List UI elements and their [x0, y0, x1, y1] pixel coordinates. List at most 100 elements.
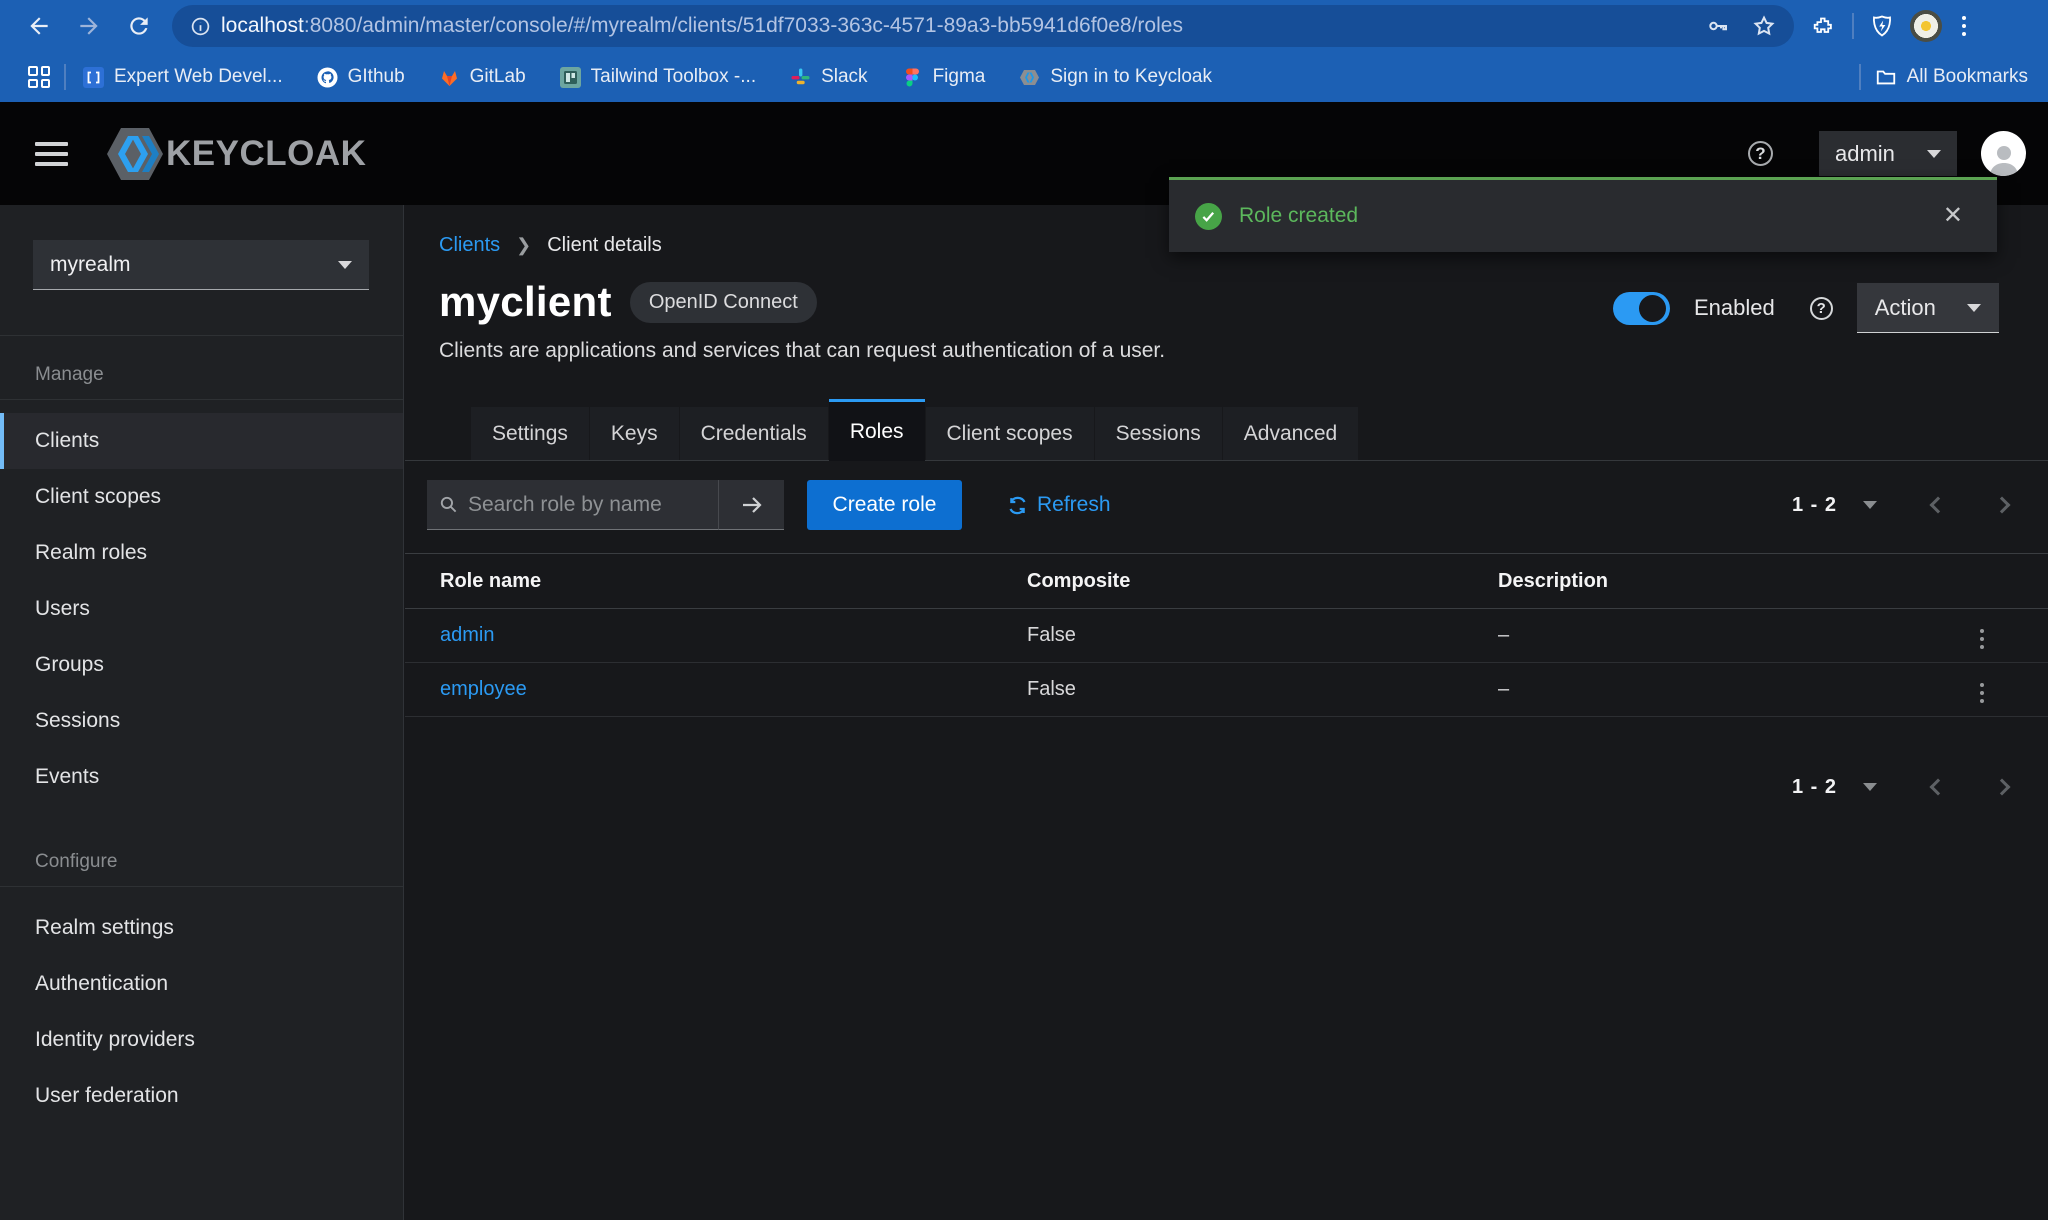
- sidebar-item-clients[interactable]: Clients: [0, 413, 403, 469]
- address-bar[interactable]: localhost:8080/admin/master/console/#/my…: [172, 5, 1794, 47]
- search-box: [427, 480, 718, 530]
- github-icon: [317, 67, 338, 88]
- pagination-prev-icon[interactable]: [1930, 497, 1947, 514]
- sidebar-item-realm-roles[interactable]: Realm roles: [0, 525, 403, 581]
- browser-toolbar: localhost:8080/admin/master/console/#/my…: [0, 0, 2048, 52]
- tab-sessions[interactable]: Sessions: [1095, 407, 1222, 460]
- back-icon[interactable]: [26, 13, 52, 39]
- create-role-button[interactable]: Create role: [807, 480, 962, 530]
- tab-settings[interactable]: Settings: [471, 407, 589, 460]
- enabled-toggle[interactable]: [1613, 292, 1670, 325]
- site-info-icon[interactable]: [190, 16, 211, 37]
- tab-keys[interactable]: Keys: [590, 407, 679, 460]
- bookmark-keycloak[interactable]: Sign in to Keycloak: [1019, 66, 1212, 88]
- composite-value: False: [1027, 663, 1498, 717]
- browser-menu-icon[interactable]: [1958, 12, 1970, 40]
- search-input[interactable]: [468, 493, 706, 517]
- pagination-options-icon[interactable]: [1863, 501, 1877, 509]
- sidebar-item-authentication[interactable]: Authentication: [0, 956, 403, 1012]
- client-header-controls: Enabled ? Action: [1613, 283, 1999, 333]
- sidebar-item-groups[interactable]: Groups: [0, 637, 403, 693]
- bookmark-tailwind[interactable]: Tailwind Toolbox -...: [560, 66, 756, 88]
- code-brackets-icon: [83, 67, 104, 88]
- column-role-name: Role name: [405, 554, 1027, 609]
- forward-icon[interactable]: [76, 13, 102, 39]
- refresh-button[interactable]: Refresh: [1007, 493, 1111, 517]
- sidebar-item-realm-settings[interactable]: Realm settings: [0, 900, 403, 956]
- search-submit-button[interactable]: [718, 480, 784, 530]
- nav-section-manage: Manage Clients Client scopes Realm roles…: [0, 364, 403, 805]
- section-label: Configure: [35, 851, 403, 873]
- sidebar-item-sessions[interactable]: Sessions: [0, 693, 403, 749]
- description-value: –: [1498, 663, 1928, 717]
- pagination-prev-icon[interactable]: [1930, 779, 1947, 796]
- screen: localhost:8080/admin/master/console/#/my…: [0, 0, 2048, 1220]
- all-bookmarks-separator: [1859, 64, 1861, 90]
- bookmark-expert-web[interactable]: Expert Web Devel...: [83, 66, 283, 88]
- breadcrumb-separator-icon: ❯: [516, 235, 531, 256]
- user-menu-dropdown[interactable]: admin: [1819, 131, 1957, 176]
- sidebar-item-identity-providers[interactable]: Identity providers: [0, 1012, 403, 1068]
- breadcrumb-clients-link[interactable]: Clients: [439, 234, 500, 257]
- action-dropdown[interactable]: Action: [1857, 283, 1999, 333]
- folder-icon: [1875, 66, 1897, 88]
- table-row: employee False –: [405, 663, 2048, 717]
- tab-roles[interactable]: Roles: [829, 399, 925, 461]
- apps-grid-icon[interactable]: [28, 66, 50, 88]
- column-description: Description: [1498, 554, 1928, 609]
- tab-advanced[interactable]: Advanced: [1223, 407, 1358, 460]
- realm-selector[interactable]: myrealm: [33, 240, 369, 290]
- slack-icon: [790, 67, 811, 88]
- bookmark-figma[interactable]: Figma: [902, 66, 986, 88]
- browser-profile-avatar[interactable]: [1910, 10, 1942, 42]
- bookmark-label: Figma: [933, 66, 986, 88]
- url-host: localhost: [221, 14, 304, 37]
- pagination-next-icon[interactable]: [1994, 497, 2011, 514]
- action-label: Action: [1875, 295, 1936, 321]
- toolbar-separator: [1852, 13, 1854, 39]
- bookmark-label: GIthub: [348, 66, 405, 88]
- extensions-icon[interactable]: [1812, 14, 1836, 38]
- pagination-options-icon[interactable]: [1863, 783, 1877, 791]
- bookmark-github[interactable]: GIthub: [317, 66, 405, 88]
- sidebar-item-users[interactable]: Users: [0, 581, 403, 637]
- extension-bolt-icon[interactable]: [1870, 14, 1894, 38]
- role-link-admin[interactable]: admin: [440, 624, 494, 646]
- pagination-range[interactable]: 1 - 2: [1792, 776, 1837, 799]
- user-avatar[interactable]: [1981, 131, 2026, 176]
- row-actions-kebab-icon[interactable]: [1974, 623, 1990, 655]
- section-label: Manage: [35, 364, 403, 386]
- chevron-down-icon: [338, 261, 352, 269]
- tab-credentials[interactable]: Credentials: [680, 407, 828, 460]
- reload-icon[interactable]: [126, 13, 152, 39]
- enabled-help-icon[interactable]: ?: [1810, 297, 1833, 320]
- bookmarks-bar: Expert Web Devel... GIthub GitLab Tailwi…: [0, 52, 2048, 102]
- passwords-key-icon[interactable]: [1706, 14, 1730, 38]
- column-composite: Composite: [1027, 554, 1498, 609]
- pagination-next-icon[interactable]: [1994, 779, 2011, 796]
- tab-client-scopes[interactable]: Client scopes: [926, 407, 1094, 460]
- row-actions-kebab-icon[interactable]: [1974, 677, 1990, 709]
- brand-text: KEYCLOAK: [166, 134, 366, 174]
- role-link-employee[interactable]: employee: [440, 678, 527, 700]
- close-icon[interactable]: ✕: [1935, 200, 1971, 232]
- bookmark-label: Sign in to Keycloak: [1050, 66, 1212, 88]
- bookmark-label: Expert Web Devel...: [114, 66, 283, 88]
- bookmark-gitlab[interactable]: GitLab: [439, 66, 526, 88]
- bookmark-star-icon[interactable]: [1752, 14, 1776, 38]
- enabled-label: Enabled: [1694, 295, 1775, 321]
- keycloak-icon: [1019, 67, 1040, 88]
- all-bookmarks-button[interactable]: All Bookmarks: [1875, 66, 2028, 88]
- keycloak-logo-icon: [106, 122, 164, 186]
- description-value: –: [1498, 609, 1928, 663]
- sidebar-item-events[interactable]: Events: [0, 749, 403, 805]
- sidebar-item-client-scopes[interactable]: Client scopes: [0, 469, 403, 525]
- nav-toggle-icon[interactable]: [35, 142, 68, 166]
- all-bookmarks-label: All Bookmarks: [1907, 66, 2028, 88]
- bookmark-label: Tailwind Toolbox -...: [591, 66, 756, 88]
- pagination-range[interactable]: 1 - 2: [1792, 494, 1837, 517]
- help-icon[interactable]: ?: [1748, 141, 1773, 166]
- bookmark-slack[interactable]: Slack: [790, 66, 867, 88]
- nav-section-configure: Configure Realm settings Authentication …: [0, 851, 403, 1124]
- sidebar-item-user-federation[interactable]: User federation: [0, 1068, 403, 1124]
